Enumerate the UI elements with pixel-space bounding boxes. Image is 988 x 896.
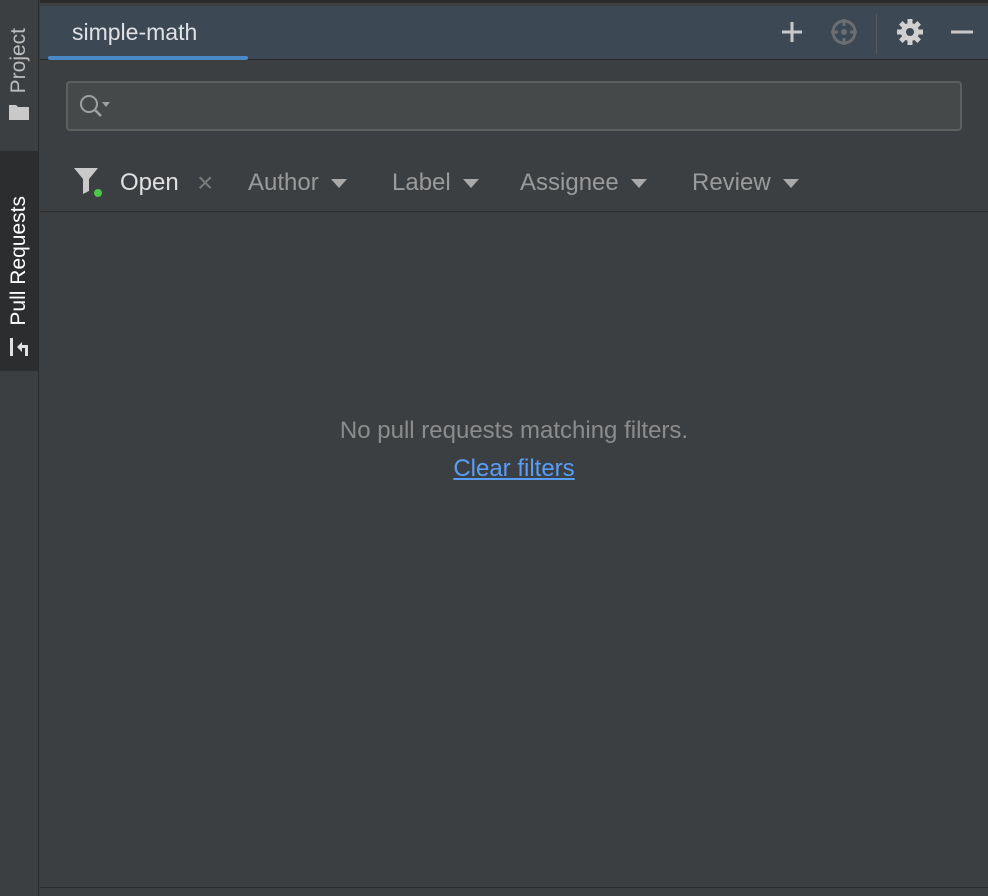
pull-requests-tool-window: Project Pull Requests simple-math Open ×… [0, 0, 988, 896]
assignee-filter-dropdown[interactable]: Assignee [520, 167, 647, 199]
clear-state-filter-close-icon[interactable]: × [197, 167, 213, 199]
project-stripe-button[interactable]: Project [0, 6, 38, 134]
filter-icon[interactable] [72, 165, 104, 204]
search-field[interactable] [66, 81, 962, 131]
bottom-divider [40, 887, 988, 888]
gear-icon[interactable] [896, 18, 924, 46]
review-filter-label: Review [692, 169, 771, 196]
filter-bar: Open × Author Label Assignee Review [40, 153, 988, 212]
pull-request-icon [8, 336, 30, 363]
chevron-down-icon [462, 178, 479, 188]
locate-icon[interactable] [830, 18, 858, 46]
tool-window-stripe: Project Pull Requests [0, 0, 39, 896]
chevron-down-icon [330, 178, 347, 188]
project-stripe-label: Project [7, 27, 30, 93]
chevron-down-icon [630, 178, 647, 188]
search-icon[interactable] [78, 93, 112, 124]
tab-label: simple-math [72, 19, 198, 45]
assignee-filter-label: Assignee [520, 169, 619, 196]
minimize-icon[interactable] [948, 18, 976, 46]
author-filter-dropdown[interactable]: Author [248, 167, 347, 199]
header-separator [876, 14, 877, 54]
pull-requests-stripe-button[interactable]: Pull Requests [0, 151, 38, 371]
tab-simple-math[interactable]: simple-math [48, 6, 248, 60]
author-filter-label: Author [248, 169, 319, 196]
chevron-down-icon [782, 178, 799, 188]
state-filter-chip[interactable]: Open [120, 167, 179, 199]
main-panel: simple-math Open × Author Label Assignee… [40, 0, 988, 896]
state-filter-label: Open [120, 169, 179, 196]
empty-state: No pull requests matching filters. Clear… [40, 411, 988, 487]
empty-state-message: No pull requests matching filters. [339, 417, 689, 444]
review-filter-dropdown[interactable]: Review [692, 167, 799, 199]
label-filter-label: Label [392, 169, 451, 196]
folder-icon [8, 103, 30, 126]
label-filter-dropdown[interactable]: Label [392, 167, 479, 199]
clear-filters-link[interactable]: Clear filters [453, 451, 574, 487]
search-input[interactable] [120, 83, 952, 131]
add-icon[interactable] [778, 18, 806, 46]
pull-requests-stripe-label: Pull Requests [7, 196, 30, 326]
tool-window-header: simple-math [40, 6, 988, 60]
tab-selected-indicator [48, 56, 248, 60]
